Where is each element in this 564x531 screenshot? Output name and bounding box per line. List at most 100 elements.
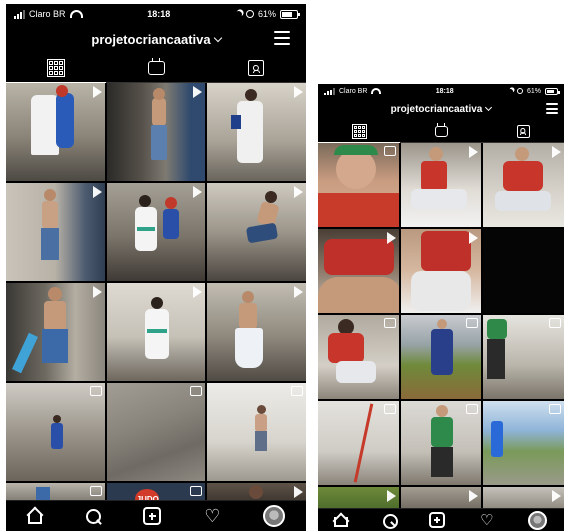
bottom-navigation: ♡ xyxy=(6,500,306,531)
status-bar: Claro BR 18:18 61% xyxy=(6,4,306,24)
post-thumbnail[interactable] xyxy=(106,283,206,381)
video-badge-icon xyxy=(193,186,203,198)
video-badge-icon xyxy=(293,86,303,98)
post-thumbnail[interactable] xyxy=(318,143,399,227)
post-thumbnail[interactable] xyxy=(400,143,482,227)
signal-icon xyxy=(324,87,335,95)
battery-icon xyxy=(280,9,300,19)
wifi-icon xyxy=(69,10,83,18)
status-bar: Claro BR 18:18 61% xyxy=(318,84,564,98)
search-icon[interactable] xyxy=(382,513,398,529)
account-switcher[interactable]: projetocriancaativa xyxy=(91,31,222,47)
carrier-label: Claro BR xyxy=(29,9,66,19)
search-icon[interactable] xyxy=(85,508,102,525)
igtv-badge-icon xyxy=(466,404,479,414)
post-thumbnail[interactable] xyxy=(318,229,399,313)
home-icon[interactable] xyxy=(27,508,43,524)
battery-icon xyxy=(544,87,560,95)
battery-percent: 61% xyxy=(526,87,541,95)
tab-igtv[interactable] xyxy=(106,54,206,82)
post-thumbnail[interactable] xyxy=(106,183,206,281)
clock: 18:18 xyxy=(435,87,454,95)
bottom-navigation: ♡ xyxy=(318,508,564,531)
video-badge-icon xyxy=(293,186,303,198)
tagged-icon xyxy=(248,60,264,76)
video-badge-icon xyxy=(293,286,303,298)
hamburger-icon[interactable] xyxy=(274,31,290,45)
igtv-badge-icon xyxy=(466,318,479,328)
post-thumbnail[interactable] xyxy=(400,315,482,399)
heart-icon[interactable]: ♡ xyxy=(479,513,494,528)
heart-icon[interactable]: ♡ xyxy=(203,507,221,525)
post-thumbnail[interactable] xyxy=(483,401,564,485)
igtv-badge-icon xyxy=(290,386,303,396)
profile-header: projetocriancaativa xyxy=(318,98,564,120)
video-badge-icon xyxy=(386,490,396,502)
phone-screen-left: Claro BR 18:18 61% projetocriancaativa J… xyxy=(6,4,306,531)
posts-grid: JUDO xyxy=(6,83,306,503)
post-thumbnail[interactable] xyxy=(400,229,482,313)
post-thumbnail[interactable] xyxy=(318,401,399,485)
tab-grid[interactable] xyxy=(6,54,106,83)
avatar[interactable] xyxy=(263,505,286,527)
post-thumbnail[interactable] xyxy=(6,283,105,381)
igtv-icon xyxy=(434,125,448,137)
post-thumbnail[interactable] xyxy=(207,283,306,381)
add-icon[interactable] xyxy=(429,512,446,528)
post-thumbnail[interactable] xyxy=(483,143,564,227)
video-badge-icon xyxy=(193,286,203,298)
account-switcher[interactable]: projetocriancaativa xyxy=(390,103,493,115)
grid-icon xyxy=(47,59,65,77)
battery-percent: 61% xyxy=(257,9,276,19)
igtv-badge-icon xyxy=(548,318,561,328)
post-thumbnail[interactable] xyxy=(6,183,105,281)
video-badge-icon xyxy=(293,486,303,498)
moon-icon xyxy=(507,88,513,94)
igtv-badge-icon xyxy=(383,318,396,328)
post-thumbnail[interactable] xyxy=(106,383,206,481)
phone-screen-right: Claro BR 18:18 61% projetocriancaativa ♡ xyxy=(318,84,564,531)
post-thumbnail[interactable] xyxy=(6,83,105,181)
orientation-lock-icon xyxy=(516,88,523,94)
igtv-badge-icon xyxy=(89,486,102,496)
moon-icon xyxy=(234,10,243,19)
tab-tagged[interactable] xyxy=(482,120,564,142)
profile-header: projetocriancaativa xyxy=(6,24,306,54)
signal-icon xyxy=(14,9,25,19)
hamburger-icon[interactable] xyxy=(546,103,558,114)
profile-tabs xyxy=(318,120,564,143)
video-badge-icon xyxy=(469,490,479,502)
profile-tabs xyxy=(6,54,306,83)
post-thumbnail[interactable] xyxy=(207,383,306,481)
post-thumbnail[interactable] xyxy=(207,83,306,181)
chevron-down-icon xyxy=(485,103,493,112)
post-thumbnail[interactable] xyxy=(207,183,306,281)
post-thumbnail[interactable] xyxy=(400,401,482,485)
posts-grid xyxy=(318,143,564,511)
tab-igtv[interactable] xyxy=(400,120,482,142)
home-icon[interactable] xyxy=(335,514,348,527)
video-badge-icon xyxy=(92,186,102,198)
post-thumbnail[interactable] xyxy=(6,383,105,481)
tagged-icon xyxy=(516,124,530,138)
igtv-badge-icon xyxy=(190,486,203,496)
post-thumbnail[interactable] xyxy=(483,315,564,399)
clock: 18:18 xyxy=(147,9,171,19)
post-thumbnail[interactable] xyxy=(106,83,206,181)
username: projetocriancaativa xyxy=(390,103,483,115)
add-icon[interactable] xyxy=(143,507,162,525)
orientation-lock-icon xyxy=(245,10,254,18)
username: projetocriancaativa xyxy=(91,31,211,47)
video-badge-icon xyxy=(193,86,203,98)
tab-tagged[interactable] xyxy=(206,54,306,82)
video-badge-icon xyxy=(469,232,479,244)
post-thumbnail[interactable] xyxy=(318,315,399,399)
avatar[interactable] xyxy=(528,510,548,530)
video-badge-icon xyxy=(469,146,479,158)
igtv-badge-icon xyxy=(383,146,396,156)
igtv-badge-icon xyxy=(548,404,561,414)
igtv-badge-icon xyxy=(89,386,102,396)
post-thumbnail[interactable] xyxy=(483,229,564,313)
igtv-badge-icon xyxy=(383,404,396,414)
tab-grid[interactable] xyxy=(318,120,400,143)
